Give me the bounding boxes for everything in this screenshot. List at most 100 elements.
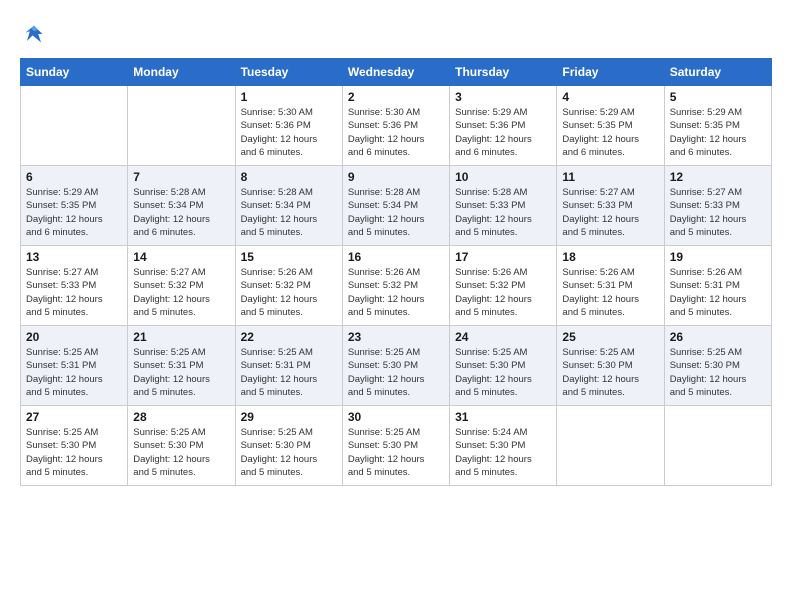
calendar-cell: 8 Sunrise: 5:28 AM Sunset: 5:34 PM Daylig… — [235, 166, 342, 246]
day-number: 27 — [26, 410, 122, 424]
day-info: Sunrise: 5:26 AM Sunset: 5:31 PM Dayligh… — [562, 266, 658, 319]
calendar-cell: 27 Sunrise: 5:25 AM Sunset: 5:30 PM Dayli… — [21, 406, 128, 486]
day-info: Sunrise: 5:25 AM Sunset: 5:30 PM Dayligh… — [670, 346, 766, 399]
day-number: 1 — [241, 90, 337, 104]
calendar-cell: 3 Sunrise: 5:29 AM Sunset: 5:36 PM Daylig… — [450, 86, 557, 166]
day-number: 2 — [348, 90, 444, 104]
day-info: Sunrise: 5:25 AM Sunset: 5:30 PM Dayligh… — [133, 426, 229, 479]
day-number: 23 — [348, 330, 444, 344]
calendar-cell — [21, 86, 128, 166]
day-info: Sunrise: 5:29 AM Sunset: 5:36 PM Dayligh… — [455, 106, 551, 159]
day-number: 26 — [670, 330, 766, 344]
day-number: 25 — [562, 330, 658, 344]
day-number: 11 — [562, 170, 658, 184]
day-info: Sunrise: 5:29 AM Sunset: 5:35 PM Dayligh… — [26, 186, 122, 239]
day-info: Sunrise: 5:25 AM Sunset: 5:30 PM Dayligh… — [455, 346, 551, 399]
week-row-3: 13 Sunrise: 5:27 AM Sunset: 5:33 PM Dayli… — [21, 246, 772, 326]
day-number: 5 — [670, 90, 766, 104]
calendar-cell: 16Sunrise: 5:26 AM Sunset: 5:32 PM Dayli… — [342, 246, 449, 326]
day-info: Sunrise: 5:28 AM Sunset: 5:33 PM Dayligh… — [455, 186, 551, 239]
day-number: 24 — [455, 330, 551, 344]
calendar-cell: 26 Sunrise: 5:25 AM Sunset: 5:30 PM Dayli… — [664, 326, 771, 406]
day-info: Sunrise: 5:25 AM Sunset: 5:30 PM Dayligh… — [241, 426, 337, 479]
calendar-cell: 6 Sunrise: 5:29 AM Sunset: 5:35 PM Daylig… — [21, 166, 128, 246]
day-number: 7 — [133, 170, 229, 184]
calendar-cell: 24 Sunrise: 5:25 AM Sunset: 5:30 PM Dayli… — [450, 326, 557, 406]
logo — [20, 20, 52, 48]
calendar-cell: 31Sunrise: 5:24 AM Sunset: 5:30 PM Dayli… — [450, 406, 557, 486]
day-number: 14 — [133, 250, 229, 264]
header-thursday: Thursday — [450, 59, 557, 86]
page-header — [20, 20, 772, 48]
week-row-1: 1 Sunrise: 5:30 AM Sunset: 5:36 PM Daylig… — [21, 86, 772, 166]
day-info: Sunrise: 5:28 AM Sunset: 5:34 PM Dayligh… — [133, 186, 229, 239]
day-info: Sunrise: 5:30 AM Sunset: 5:36 PM Dayligh… — [241, 106, 337, 159]
day-number: 4 — [562, 90, 658, 104]
day-info: Sunrise: 5:27 AM Sunset: 5:32 PM Dayligh… — [133, 266, 229, 319]
day-info: Sunrise: 5:25 AM Sunset: 5:30 PM Dayligh… — [348, 346, 444, 399]
calendar-cell: 13 Sunrise: 5:27 AM Sunset: 5:33 PM Dayli… — [21, 246, 128, 326]
day-info: Sunrise: 5:27 AM Sunset: 5:33 PM Dayligh… — [26, 266, 122, 319]
calendar-cell: 9 Sunrise: 5:28 AM Sunset: 5:34 PM Daylig… — [342, 166, 449, 246]
day-info: Sunrise: 5:25 AM Sunset: 5:30 PM Dayligh… — [348, 426, 444, 479]
day-info: Sunrise: 5:25 AM Sunset: 5:31 PM Dayligh… — [133, 346, 229, 399]
day-info: Sunrise: 5:26 AM Sunset: 5:32 PM Dayligh… — [348, 266, 444, 319]
calendar-cell: 5 Sunrise: 5:29 AM Sunset: 5:35 PM Daylig… — [664, 86, 771, 166]
day-number: 9 — [348, 170, 444, 184]
calendar-cell: 28 Sunrise: 5:25 AM Sunset: 5:30 PM Dayli… — [128, 406, 235, 486]
day-info: Sunrise: 5:28 AM Sunset: 5:34 PM Dayligh… — [241, 186, 337, 239]
day-number: 21 — [133, 330, 229, 344]
week-row-4: 20 Sunrise: 5:25 AM Sunset: 5:31 PM Dayli… — [21, 326, 772, 406]
day-info: Sunrise: 5:25 AM Sunset: 5:30 PM Dayligh… — [562, 346, 658, 399]
day-number: 8 — [241, 170, 337, 184]
calendar-cell: 19Sunrise: 5:26 AM Sunset: 5:31 PM Dayli… — [664, 246, 771, 326]
header-monday: Monday — [128, 59, 235, 86]
calendar-cell — [128, 86, 235, 166]
day-info: Sunrise: 5:25 AM Sunset: 5:30 PM Dayligh… — [26, 426, 122, 479]
calendar-table: SundayMondayTuesdayWednesdayThursdayFrid… — [20, 58, 772, 486]
day-number: 29 — [241, 410, 337, 424]
day-info: Sunrise: 5:26 AM Sunset: 5:31 PM Dayligh… — [670, 266, 766, 319]
calendar-cell: 10 Sunrise: 5:28 AM Sunset: 5:33 PM Dayli… — [450, 166, 557, 246]
day-info: Sunrise: 5:28 AM Sunset: 5:34 PM Dayligh… — [348, 186, 444, 239]
calendar-cell: 22 Sunrise: 5:25 AM Sunset: 5:31 PM Dayli… — [235, 326, 342, 406]
day-number: 13 — [26, 250, 122, 264]
day-number: 22 — [241, 330, 337, 344]
day-number: 28 — [133, 410, 229, 424]
header-saturday: Saturday — [664, 59, 771, 86]
day-number: 12 — [670, 170, 766, 184]
week-row-2: 6 Sunrise: 5:29 AM Sunset: 5:35 PM Daylig… — [21, 166, 772, 246]
calendar-cell: 7 Sunrise: 5:28 AM Sunset: 5:34 PM Daylig… — [128, 166, 235, 246]
header-tuesday: Tuesday — [235, 59, 342, 86]
calendar-cell: 17Sunrise: 5:26 AM Sunset: 5:32 PM Dayli… — [450, 246, 557, 326]
calendar-cell — [664, 406, 771, 486]
header-friday: Friday — [557, 59, 664, 86]
calendar-cell: 30 Sunrise: 5:25 AM Sunset: 5:30 PM Dayli… — [342, 406, 449, 486]
logo-icon — [20, 20, 48, 48]
calendar-header-row: SundayMondayTuesdayWednesdayThursdayFrid… — [21, 59, 772, 86]
day-info: Sunrise: 5:26 AM Sunset: 5:32 PM Dayligh… — [241, 266, 337, 319]
day-number: 20 — [26, 330, 122, 344]
calendar-cell: 12Sunrise: 5:27 AM Sunset: 5:33 PM Dayli… — [664, 166, 771, 246]
calendar-cell: 15Sunrise: 5:26 AM Sunset: 5:32 PM Dayli… — [235, 246, 342, 326]
calendar-cell: 21 Sunrise: 5:25 AM Sunset: 5:31 PM Dayli… — [128, 326, 235, 406]
calendar-cell: 20Sunrise: 5:25 AM Sunset: 5:31 PM Dayli… — [21, 326, 128, 406]
calendar-cell: 2 Sunrise: 5:30 AM Sunset: 5:36 PM Daylig… — [342, 86, 449, 166]
calendar-cell — [557, 406, 664, 486]
day-number: 3 — [455, 90, 551, 104]
day-info: Sunrise: 5:24 AM Sunset: 5:30 PM Dayligh… — [455, 426, 551, 479]
day-info: Sunrise: 5:30 AM Sunset: 5:36 PM Dayligh… — [348, 106, 444, 159]
calendar-cell: 4 Sunrise: 5:29 AM Sunset: 5:35 PM Daylig… — [557, 86, 664, 166]
day-number: 6 — [26, 170, 122, 184]
day-number: 10 — [455, 170, 551, 184]
calendar-cell: 18Sunrise: 5:26 AM Sunset: 5:31 PM Dayli… — [557, 246, 664, 326]
day-info: Sunrise: 5:29 AM Sunset: 5:35 PM Dayligh… — [670, 106, 766, 159]
day-number: 30 — [348, 410, 444, 424]
calendar-cell: 1 Sunrise: 5:30 AM Sunset: 5:36 PM Daylig… — [235, 86, 342, 166]
calendar-cell: 14 Sunrise: 5:27 AM Sunset: 5:32 PM Dayli… — [128, 246, 235, 326]
day-info: Sunrise: 5:29 AM Sunset: 5:35 PM Dayligh… — [562, 106, 658, 159]
day-info: Sunrise: 5:25 AM Sunset: 5:31 PM Dayligh… — [241, 346, 337, 399]
week-row-5: 27 Sunrise: 5:25 AM Sunset: 5:30 PM Dayli… — [21, 406, 772, 486]
calendar-cell: 25 Sunrise: 5:25 AM Sunset: 5:30 PM Dayli… — [557, 326, 664, 406]
day-number: 17 — [455, 250, 551, 264]
